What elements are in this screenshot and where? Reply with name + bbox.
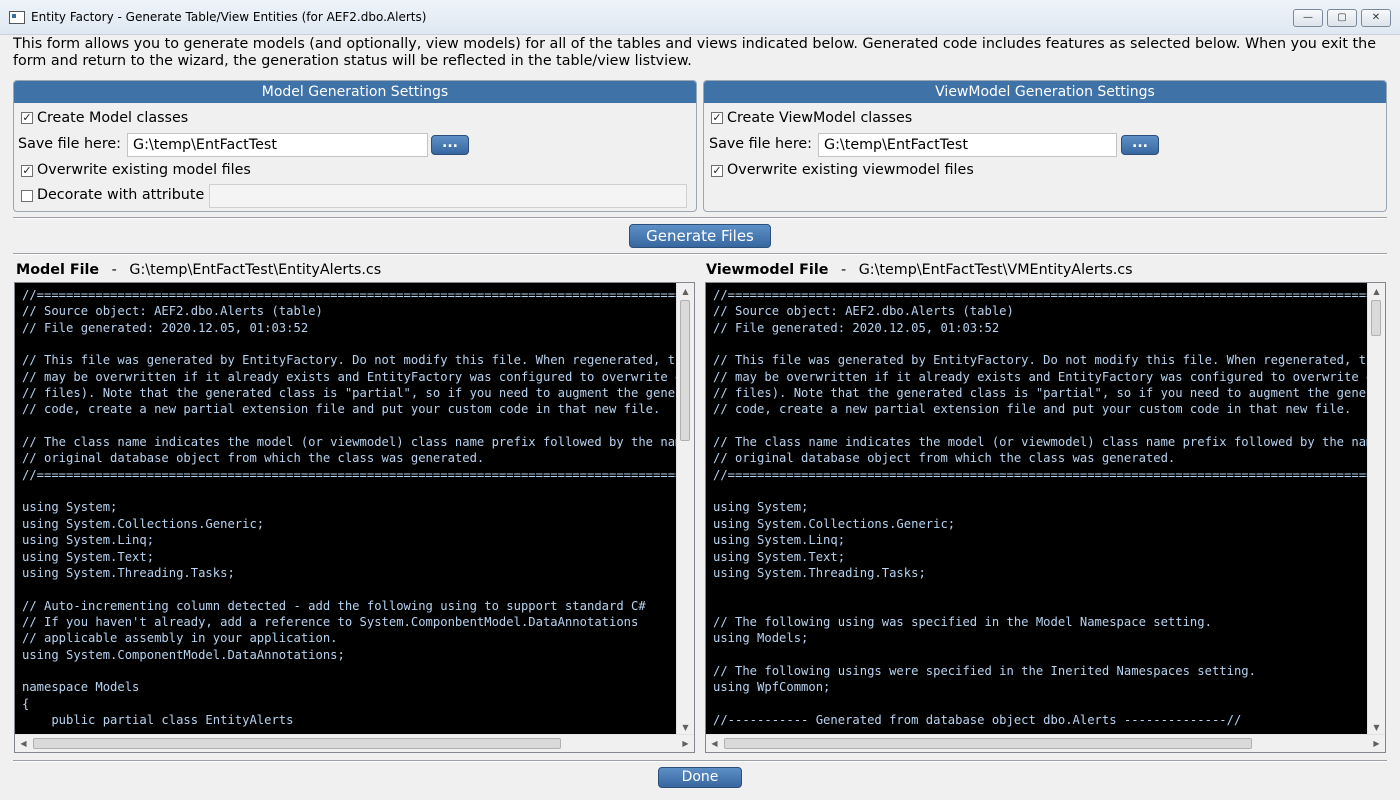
title-bar: Entity Factory - Generate Table/View Ent… xyxy=(0,0,1400,35)
model-horizontal-scrollbar[interactable]: ◀ ▶ xyxy=(15,734,694,752)
decorate-attribute-label: Decorate with attribute xyxy=(37,187,205,203)
viewmodel-horizontal-scrollbar[interactable]: ◀ ▶ xyxy=(706,734,1385,752)
model-settings-header: Model Generation Settings xyxy=(14,81,696,103)
maximize-button[interactable]: ▢ xyxy=(1327,9,1357,27)
scroll-right-arrow-icon[interactable]: ▶ xyxy=(677,735,694,752)
model-file-label: Model File xyxy=(16,262,100,278)
create-viewmodel-label: Create ViewModel classes xyxy=(727,110,913,126)
viewmodel-hscroll-thumb[interactable] xyxy=(724,738,1252,749)
model-file-separator: - xyxy=(111,262,117,278)
intro-text: This form allows you to generate models … xyxy=(13,36,1377,69)
overwrite-viewmodel-checkbox[interactable]: ✓ xyxy=(711,165,723,177)
scroll-left-arrow-icon[interactable]: ◀ xyxy=(15,735,32,752)
model-settings-panel: Model Generation Settings ✓ Create Model… xyxy=(13,80,697,212)
model-vertical-scrollbar[interactable]: ▲ ▼ xyxy=(676,283,694,736)
decorate-attribute-input[interactable] xyxy=(209,184,687,208)
viewmodel-vertical-scrollbar[interactable]: ▲ ▼ xyxy=(1367,283,1385,736)
viewmodel-file-caption: Viewmodel File - G:\temp\EntFactTest\VME… xyxy=(706,262,1133,278)
decorate-attribute-checkbox[interactable] xyxy=(21,190,33,202)
viewmodel-file-label: Viewmodel File xyxy=(706,262,829,278)
close-button[interactable]: ✕ xyxy=(1361,9,1391,27)
viewmodel-file-path: G:\temp\EntFactTest\VMEntityAlerts.cs xyxy=(858,262,1133,278)
overwrite-viewmodel-label: Overwrite existing viewmodel files xyxy=(727,162,974,178)
viewmodel-save-path-input[interactable]: G:\temp\EntFactTest xyxy=(818,133,1117,157)
minimize-button[interactable]: — xyxy=(1293,9,1323,27)
scroll-right-arrow-icon[interactable]: ▶ xyxy=(1368,735,1385,752)
generate-files-button[interactable]: Generate Files xyxy=(629,224,771,248)
model-save-path-input[interactable]: G:\temp\EntFactTest xyxy=(127,133,428,157)
scroll-up-arrow-icon[interactable]: ▲ xyxy=(677,283,694,300)
window-title: Entity Factory - Generate Table/View Ent… xyxy=(31,10,427,24)
create-model-label: Create Model classes xyxy=(37,110,189,126)
create-model-checkbox[interactable]: ✓ xyxy=(21,112,33,124)
viewmodel-vscroll-thumb[interactable] xyxy=(1371,300,1381,336)
model-browse-button[interactable]: ... xyxy=(431,135,469,155)
model-vscroll-thumb[interactable] xyxy=(680,300,690,441)
viewmodel-settings-panel: ViewModel Generation Settings ✓ Create V… xyxy=(703,80,1387,212)
viewmodel-code-text: //======================================… xyxy=(713,288,1368,727)
viewmodel-save-label: Save file here: xyxy=(709,136,812,152)
model-code-text: //======================================… xyxy=(22,288,677,727)
done-button[interactable]: Done xyxy=(658,767,742,788)
viewmodel-code-viewer[interactable]: //======================================… xyxy=(705,282,1386,753)
overwrite-model-checkbox[interactable]: ✓ xyxy=(21,165,33,177)
divider-top xyxy=(13,217,1387,219)
model-hscroll-thumb[interactable] xyxy=(33,738,561,749)
create-viewmodel-checkbox[interactable]: ✓ xyxy=(711,112,723,124)
model-file-path: G:\temp\EntFactTest\EntityAlerts.cs xyxy=(129,262,382,278)
overwrite-model-label: Overwrite existing model files xyxy=(37,162,251,178)
scroll-up-arrow-icon[interactable]: ▲ xyxy=(1368,283,1385,300)
model-save-label: Save file here: xyxy=(18,136,121,152)
viewmodel-file-separator: - xyxy=(840,262,847,278)
model-code-viewer[interactable]: //======================================… xyxy=(14,282,695,753)
app-icon xyxy=(9,11,25,24)
scroll-left-arrow-icon[interactable]: ◀ xyxy=(706,735,723,752)
viewmodel-settings-header: ViewModel Generation Settings xyxy=(704,81,1386,103)
divider-bottom xyxy=(13,760,1387,762)
viewmodel-browse-button[interactable]: ... xyxy=(1121,135,1159,155)
divider-middle xyxy=(13,253,1387,255)
model-file-caption: Model File - G:\temp\EntFactTest\EntityA… xyxy=(16,262,381,278)
